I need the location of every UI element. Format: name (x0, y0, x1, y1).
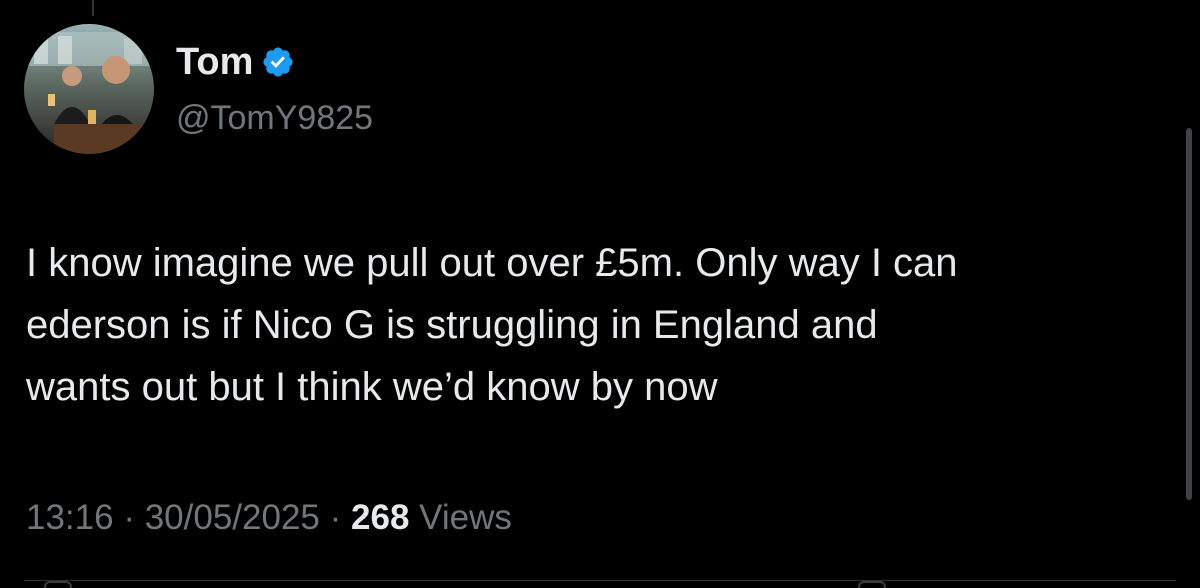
avatar[interactable] (24, 24, 154, 154)
bookmark-icon[interactable] (858, 581, 886, 588)
tweet-meta: 13:16 · 30/05/2025 · 268 Views (26, 496, 512, 540)
meta-separator: · (329, 498, 342, 537)
divider (24, 580, 1176, 581)
profile-photo-icon (24, 24, 154, 154)
scrollbar[interactable] (1186, 128, 1192, 500)
tweet-date[interactable]: 30/05/2025 (145, 498, 320, 537)
verified-badge-icon (263, 47, 293, 77)
author-handle[interactable]: @TomY9825 (176, 96, 373, 140)
thread-connector-line (92, 0, 94, 16)
author-display-name[interactable]: Tom (176, 40, 253, 84)
views-count: 268 (351, 498, 410, 537)
reply-icon[interactable] (44, 581, 72, 588)
views-label: Views (419, 498, 512, 537)
meta-separator: · (123, 498, 135, 537)
tweet-time[interactable]: 13:16 (26, 498, 114, 537)
tweet-text: I know imagine we pull out over £5m. Onl… (26, 241, 958, 409)
author-name-row[interactable]: Tom (176, 40, 295, 84)
